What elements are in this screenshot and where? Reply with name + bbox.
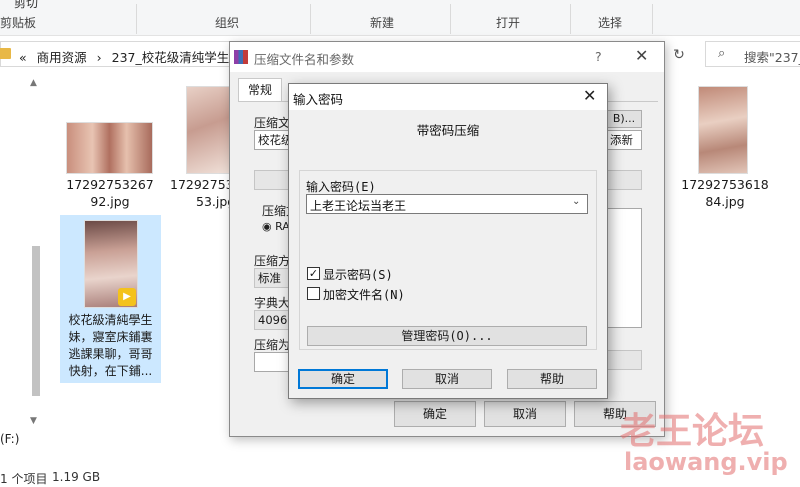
selection-size: 1.19 GB: [52, 470, 101, 484]
refresh-icon[interactable]: ↻: [668, 44, 690, 66]
search-placeholder: 搜索"237_: [744, 50, 800, 65]
player-badge-icon: ▶: [118, 288, 136, 306]
watermark-url: laowang.vip: [624, 448, 788, 476]
file-item[interactable]: 17292753 53.jpg: [170, 176, 236, 210]
password-dialog-title: 输入密码: [293, 92, 344, 107]
scroll-thumb[interactable]: [32, 246, 40, 396]
ok-button[interactable]: 确定: [394, 401, 476, 427]
enter-password-label: 输入密码(E): [306, 180, 376, 194]
ribbon-separator: [310, 4, 311, 34]
cut-label[interactable]: 剪切: [14, 0, 38, 11]
dialog-titlebar[interactable]: 压缩文件名和参数 ? ✕: [230, 42, 664, 72]
breadcrumb-separator: ›: [96, 50, 102, 65]
show-password-label[interactable]: 显示密码(S): [323, 266, 393, 283]
manage-passwords-button[interactable]: 管理密码(O)...: [307, 326, 587, 346]
breadcrumb-item[interactable]: 商用资源: [37, 50, 87, 65]
update-mode-select[interactable]: 添新: [606, 130, 642, 150]
password-dialog-titlebar[interactable]: 输入密码 ✕: [289, 84, 607, 110]
profile-select-arrow[interactable]: [606, 170, 642, 190]
scroll-up-icon[interactable]: ▲: [30, 78, 37, 88]
search-input[interactable]: ⌕ 搜索"237_: [705, 41, 800, 67]
options-select[interactable]: [606, 350, 642, 370]
file-name-line: 84.jpg: [705, 194, 745, 209]
compression-method-label: 压缩方: [254, 254, 291, 268]
chevron-down-icon[interactable]: ⌄: [572, 196, 580, 207]
file-name-line: 53.jpg: [196, 194, 236, 209]
drive-item[interactable]: (F:): [0, 432, 19, 446]
file-thumbnail[interactable]: [186, 86, 230, 174]
nav-scrollbar[interactable]: ▲ ▼: [28, 76, 42, 436]
select-group-label: 选择: [598, 16, 623, 30]
file-name-line: 校花級清純學生: [68, 313, 153, 327]
item-count: 1 个项目: [0, 472, 48, 486]
file-thumbnail[interactable]: [698, 86, 748, 174]
file-name-line: 92.jpg: [90, 194, 130, 209]
split-volumes-label: 压缩为: [254, 338, 291, 352]
ribbon-separator: [136, 4, 137, 34]
file-item[interactable]: 17292753618 84.jpg: [673, 176, 777, 210]
ok-button[interactable]: 确定: [298, 369, 388, 389]
cancel-button[interactable]: 取消: [484, 401, 566, 427]
breadcrumb-item[interactable]: 237_校花级清纯学生: [112, 50, 230, 65]
search-icon: ⌕: [718, 46, 726, 61]
file-item[interactable]: 校花級清純學生 妹，寢室床鋪裏 逃課果聊，哥哥 快射，在下鋪...: [60, 312, 161, 380]
file-thumbnail[interactable]: [66, 122, 153, 174]
cancel-button[interactable]: 取消: [402, 369, 492, 389]
clipboard-group-label: 剪贴板: [0, 16, 37, 30]
breadcrumb-overflow[interactable]: «: [19, 50, 27, 65]
ribbon-separator: [652, 4, 653, 34]
dictionary-size-label: 字典大: [254, 296, 291, 310]
file-name-line: 17292753: [170, 177, 234, 192]
encrypt-filenames-label[interactable]: 加密文件名(N): [323, 286, 405, 303]
watermark-logo-text: 老王论坛: [620, 411, 765, 452]
navigation-pane: ▲ ▼ (F:): [0, 72, 44, 462]
close-icon[interactable]: ✕: [635, 46, 648, 65]
password-heading: 带密码压缩: [416, 123, 480, 138]
show-password-checkbox[interactable]: ✓: [307, 267, 320, 280]
file-name-line: 妹，寢室床鋪裏: [68, 330, 153, 344]
browse-button[interactable]: B)...: [606, 110, 642, 128]
file-name-line: 快射，在下鋪...: [68, 364, 153, 378]
new-group-label: 新建: [370, 16, 395, 30]
folder-icon: [0, 48, 11, 59]
password-combobox[interactable]: 上老王论坛当老王 ⌄: [306, 194, 588, 214]
file-name-line: 17292753267: [66, 177, 154, 192]
file-item[interactable]: 17292753267 92.jpg: [58, 176, 162, 210]
help-button[interactable]: 帮助: [507, 369, 597, 389]
video-thumbnail[interactable]: ▶: [84, 220, 138, 308]
open-group-label: 打开: [496, 16, 521, 30]
rar-format-radio[interactable]: ◉ RA: [262, 220, 290, 233]
ribbon-separator: [450, 4, 451, 34]
close-icon[interactable]: ✕: [583, 86, 596, 105]
breadcrumb[interactable]: « 商用资源 › 237_校花级清纯学生: [19, 47, 235, 66]
dialog-title: 压缩文件名和参数: [254, 52, 355, 67]
file-name-line: 17292753618: [681, 177, 769, 192]
winrar-icon: [234, 50, 248, 64]
ribbon: 剪切 剪贴板 组织 新建 打开 选择: [0, 0, 800, 36]
password-value: 上老王论坛当老王: [310, 199, 407, 213]
encrypt-filenames-checkbox[interactable]: [307, 287, 320, 300]
password-dialog: 输入密码 ✕ 带密码压缩 输入密码(E) 上老王论坛当老王 ⌄ ✓ 显示密码(S…: [288, 83, 608, 399]
ribbon-separator: [570, 4, 571, 34]
archive-name-label: 压缩文: [254, 116, 291, 130]
help-icon[interactable]: ?: [595, 49, 602, 64]
file-name-line: 逃課果聊，哥哥: [68, 347, 153, 361]
scroll-down-icon[interactable]: ▼: [30, 416, 37, 426]
options-panel: [606, 208, 642, 328]
tab-general[interactable]: 常规: [238, 78, 282, 102]
organize-group-label: 组织: [215, 16, 240, 30]
